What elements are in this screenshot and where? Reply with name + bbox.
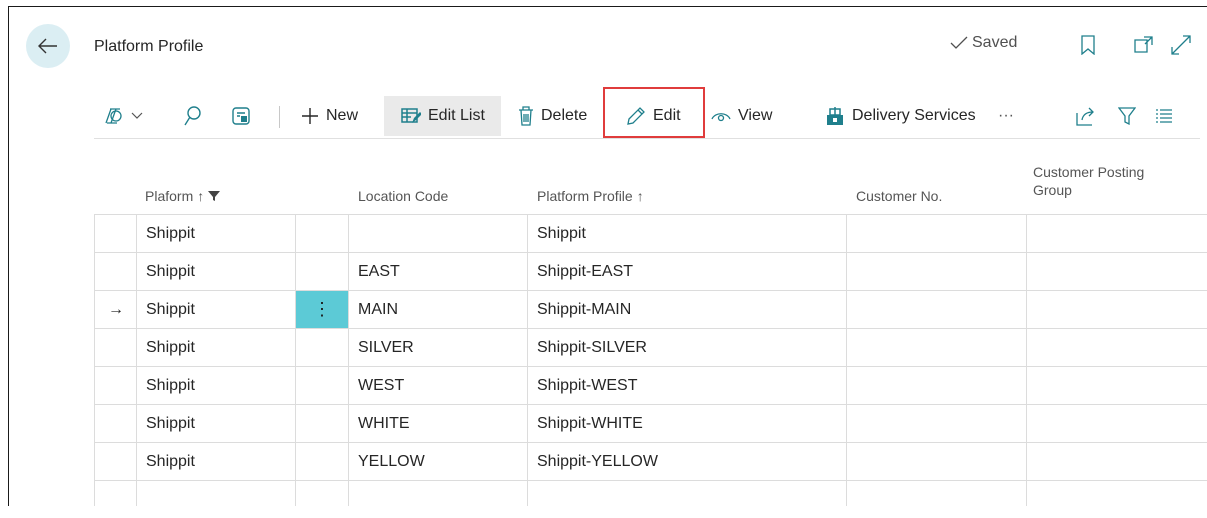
view-button[interactable]: View [711, 96, 772, 136]
column-header-location-code[interactable]: Location Code [358, 187, 448, 205]
filter-pane-icon [105, 108, 122, 124]
delivery-services-label: Delivery Services [852, 107, 976, 124]
cell-platform-profile[interactable]: Shippit-EAST [537, 253, 633, 290]
save-status: Saved [950, 34, 1017, 52]
edit-list-button[interactable]: Edit List [401, 96, 485, 136]
column-header-customer-posting-group[interactable]: Customer Posting Group [1033, 163, 1144, 199]
sort-ascending-icon: ↑ [197, 188, 205, 204]
cell-platform-profile[interactable]: Shippit-WEST [537, 367, 637, 404]
eye-icon [711, 113, 731, 122]
open-new-window-icon[interactable] [1133, 34, 1155, 56]
plus-icon [302, 108, 318, 124]
cell-platform[interactable]: Shippit [146, 367, 195, 404]
toolbar-separator [279, 106, 280, 128]
column-header-platform-label: Plaform [145, 188, 194, 204]
cell-platform-profile[interactable]: Shippit [537, 215, 586, 252]
cell-platform-profile[interactable]: Shippit-SILVER [537, 329, 647, 366]
cell-location-code[interactable]: WHITE [358, 405, 410, 442]
table-row[interactable]: Shippit SILVER Shippit-SILVER [94, 329, 1207, 367]
column-header-platform-profile-label: Platform Profile [537, 188, 633, 204]
window-frame-left [8, 6, 9, 506]
delete-label: Delete [541, 107, 588, 124]
share-icon [1076, 107, 1094, 126]
table-row[interactable]: Shippit WHITE Shippit-WHITE [94, 405, 1207, 443]
cell-location-code[interactable]: YELLOW [358, 443, 425, 480]
filter-applied-icon [208, 191, 221, 201]
checkmark-icon [950, 36, 968, 49]
column-header-customer-no[interactable]: Customer No. [856, 187, 942, 205]
page-title: Platform Profile [94, 38, 204, 55]
analysis-mode-icon [232, 107, 250, 125]
share-button[interactable] [1076, 96, 1096, 136]
column-header-platform-profile[interactable]: Platform Profile ↑ [537, 187, 644, 205]
trash-icon [519, 106, 533, 126]
cell-location-code[interactable]: MAIN [358, 291, 398, 328]
table-row[interactable]: Shippit YELLOW Shippit-YELLOW [94, 443, 1207, 481]
table-row[interactable]: Shippit Shippit [94, 215, 1207, 253]
cell-platform[interactable]: Shippit [146, 443, 195, 480]
table-row[interactable]: Shippit EAST Shippit-EAST [94, 253, 1207, 291]
search-icon [184, 106, 201, 126]
column-header-platform[interactable]: Plaform ↑ [145, 187, 221, 205]
expand-icon[interactable] [1170, 34, 1192, 56]
more-options-button[interactable]: ··· [998, 96, 1014, 136]
column-header-customer-posting-group-line1: Customer Posting [1033, 164, 1145, 180]
edit-list-label: Edit List [428, 107, 485, 124]
cell-platform-profile[interactable]: Shippit-WHITE [537, 405, 643, 442]
edit-list-icon [401, 108, 421, 123]
window-frame-top [8, 6, 1207, 7]
more-options-label: ··· [998, 107, 1014, 124]
cell-platform[interactable]: Shippit [146, 253, 195, 290]
analysis-mode-button[interactable] [232, 96, 250, 136]
cell-location-code[interactable]: EAST [358, 253, 400, 290]
sort-ascending-icon: ↑ [636, 188, 644, 204]
bookmark-icon[interactable] [1077, 34, 1099, 56]
cell-platform[interactable]: Shippit [146, 291, 195, 328]
saved-label: Saved [972, 34, 1018, 51]
cell-platform-profile[interactable]: Shippit-YELLOW [537, 443, 658, 480]
selected-row-arrow-icon: → [108, 300, 124, 318]
cell-location-code[interactable]: WEST [358, 367, 404, 404]
arrow-left-icon [38, 38, 57, 54]
column-header-customer-posting-group-line2: Group [1033, 182, 1072, 198]
delivery-services-icon [827, 107, 843, 125]
filter-icon [1118, 107, 1136, 125]
back-button[interactable] [26, 24, 70, 68]
edit-label: Edit [653, 107, 681, 124]
edit-button[interactable]: Edit [626, 96, 681, 136]
delivery-services-button[interactable]: Delivery Services [825, 96, 976, 136]
table-row[interactable]: Shippit WEST Shippit-WEST [94, 367, 1207, 405]
list-view-button[interactable] [1156, 96, 1172, 136]
cell-location-code[interactable]: SILVER [358, 329, 414, 366]
search-button[interactable] [184, 96, 202, 136]
action-toolbar: New Edit List Delete Edit View Delivery … [94, 96, 1200, 136]
chevron-down-icon [131, 112, 143, 119]
filter-button[interactable] [1118, 96, 1136, 136]
view-label: View [738, 107, 773, 124]
pencil-icon [627, 107, 645, 125]
new-button[interactable]: New [301, 96, 358, 136]
row-actions-button[interactable]: ⋮ [296, 291, 348, 328]
cell-platform[interactable]: Shippit [146, 405, 195, 442]
table-row-selected[interactable]: → Shippit ⋮ MAIN Shippit-MAIN [94, 291, 1207, 329]
delete-button[interactable]: Delete [518, 96, 587, 136]
table-row-empty[interactable] [94, 481, 1207, 518]
toolbar-divider [94, 138, 1200, 139]
cell-platform-profile[interactable]: Shippit-MAIN [537, 291, 631, 328]
list-icon [1156, 109, 1172, 123]
cell-platform[interactable]: Shippit [146, 215, 195, 252]
filter-pane-button[interactable] [104, 96, 143, 136]
cell-platform[interactable]: Shippit [146, 329, 195, 366]
new-button-label: New [326, 107, 359, 124]
